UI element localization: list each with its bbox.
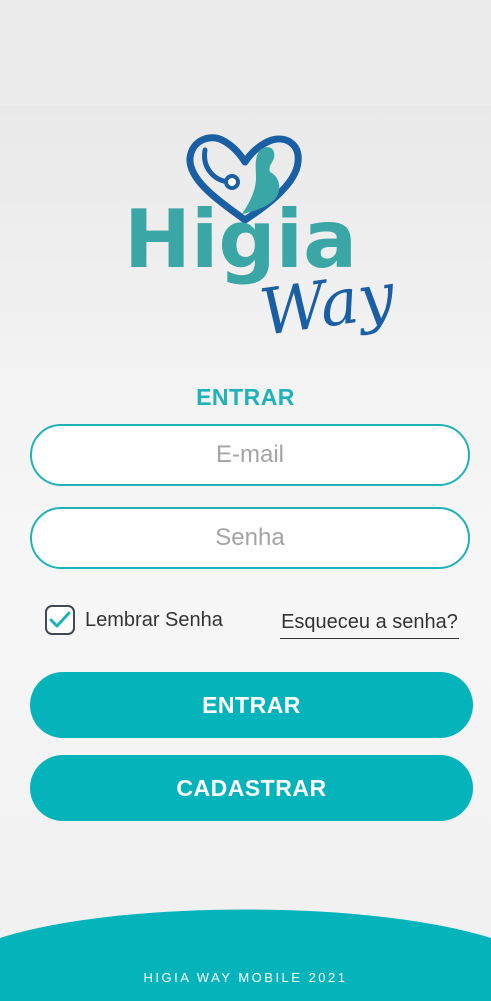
forgot-password-link[interactable]: Esqueceu a senha? — [280, 611, 459, 639]
email-input[interactable] — [51, 440, 449, 470]
password-field-container — [30, 507, 470, 569]
app-logo: Higia Way — [110, 128, 410, 360]
register-button[interactable]: CADASTRAR — [30, 755, 473, 821]
remember-label: Lembrar Senha — [85, 608, 223, 631]
remember-checkbox[interactable] — [45, 605, 75, 635]
login-button[interactable]: ENTRAR — [30, 672, 473, 738]
footer-copyright: HIGIA WAY MOBILE 2021 — [143, 970, 348, 985]
remember-password[interactable]: Lembrar Senha — [45, 605, 223, 635]
logo-tagline: Way — [255, 258, 400, 352]
password-input[interactable] — [51, 523, 449, 553]
login-title: ENTRAR — [196, 384, 295, 410]
email-field-container — [30, 424, 470, 486]
checkmark-icon — [49, 611, 71, 628]
